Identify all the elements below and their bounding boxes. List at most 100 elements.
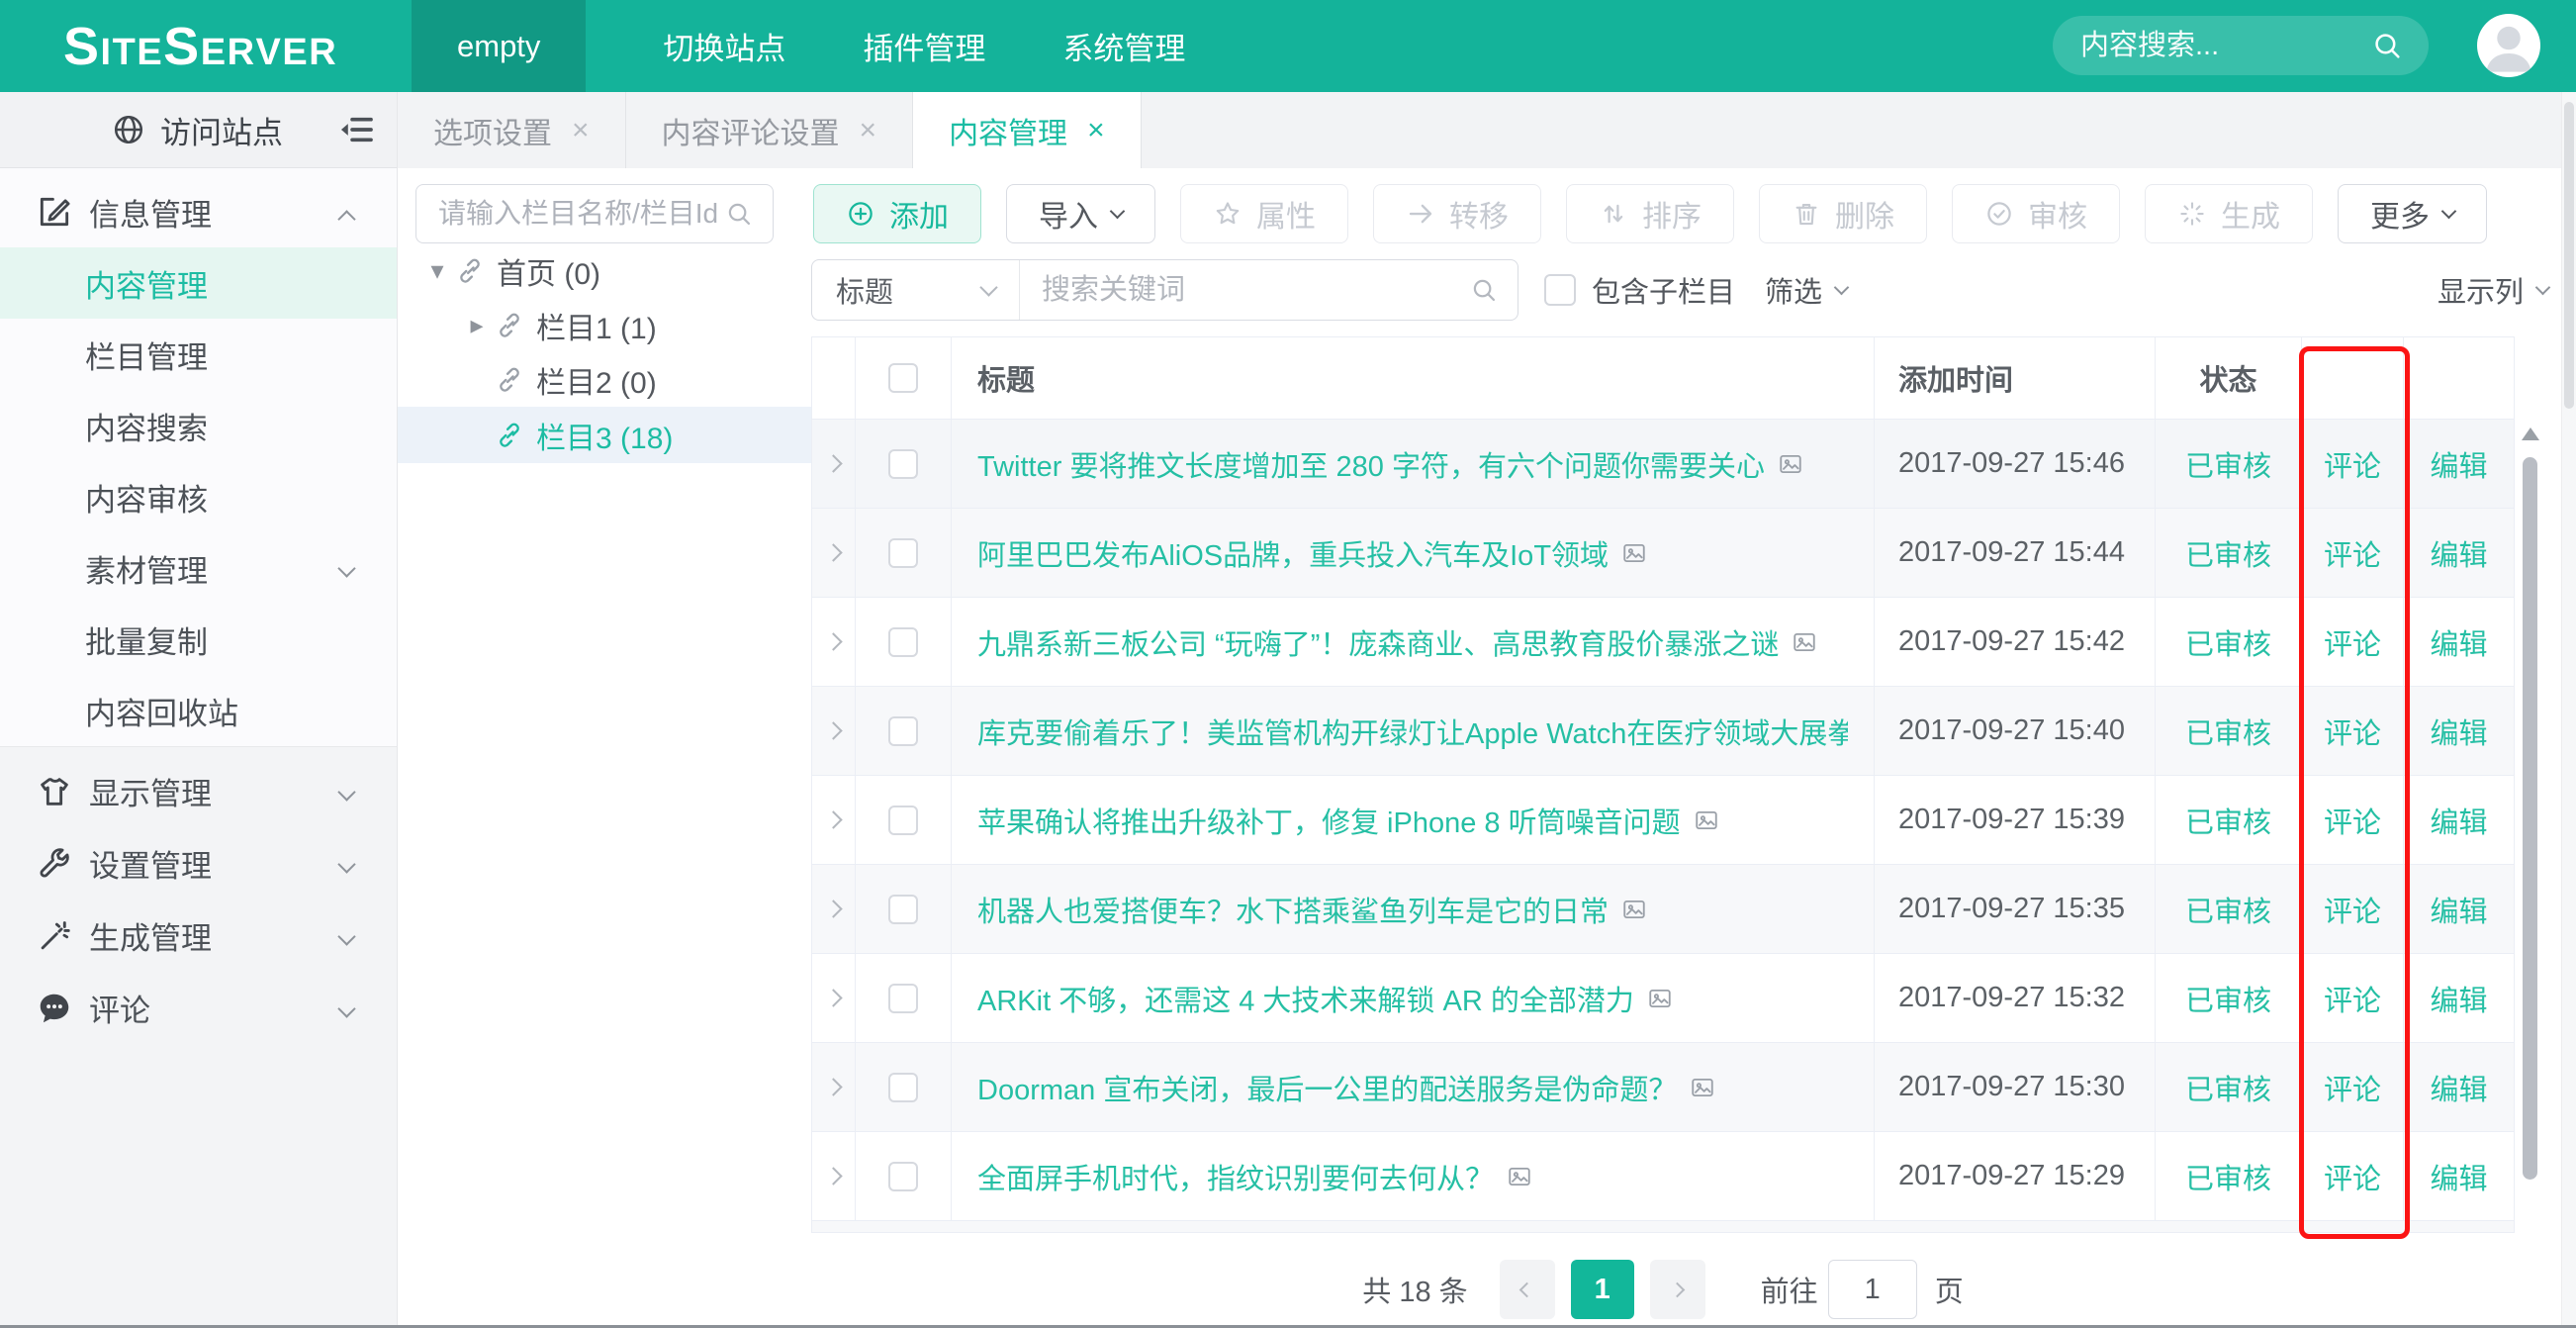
row-expand-icon[interactable] [824,632,842,650]
comment-link[interactable]: 评论 [2324,711,2381,752]
current-page-button[interactable]: 1 [1571,1260,1634,1319]
tab-close-icon[interactable]: × [572,116,590,145]
more-button[interactable]: 更多 [2338,184,2487,243]
sidebar-item[interactable]: 设置管理 [0,827,397,900]
edit-link[interactable]: 编辑 [2430,443,2487,485]
comment-link[interactable]: 评论 [2324,1156,2381,1197]
sidebar-item[interactable]: 内容回收站 [0,675,397,746]
table-row[interactable]: 阿里巴巴发布AliOS品牌，重兵投入汽车及IoT领域2017-09-27 15:… [811,509,2515,598]
sidebar-item[interactable]: 素材管理 [0,532,397,604]
row-expand-icon[interactable] [824,810,842,828]
edit-link[interactable]: 编辑 [2430,800,2487,841]
comment-link[interactable]: 评论 [2324,889,2381,930]
comment-link[interactable]: 评论 [2324,621,2381,663]
content-title-link[interactable]: Doorman 宣布关闭，最后一公里的配送服务是伪命题？ [977,1067,1677,1108]
scroll-up-icon[interactable] [2522,427,2539,440]
sidebar-item[interactable]: 显示管理 [0,755,397,827]
content-title-link[interactable]: 九鼎系新三板公司 “玩嗨了”！庞森商业、高思教育股价暴涨之谜 [977,621,1779,663]
sidebar-item[interactable]: 评论 [0,972,397,1044]
sidebar-item[interactable]: 内容管理 [0,247,397,319]
delete-button[interactable]: 删除 [1759,184,1927,243]
table-row[interactable]: 库克要偷着乐了！美监管机构开绿灯让Apple Watch在医疗领域大展拳脚.20… [811,687,2515,776]
include-children-checkbox[interactable] [1544,274,1576,306]
topbar-nav-item[interactable]: 系统管理 [1062,24,1185,68]
table-row[interactable]: ARKit 不够，还需这 4 大技术来解锁 AR 的全部潜力2017-09-27… [811,954,2515,1043]
import-button[interactable]: 导入 [1006,184,1155,243]
sidebar-item[interactable]: 内容审核 [0,461,397,532]
row-expand-icon[interactable] [824,1167,842,1185]
tree-node[interactable]: 栏目3 (18) [398,407,811,463]
row-checkbox[interactable] [888,1162,918,1191]
comment-link[interactable]: 评论 [2324,800,2381,841]
edit-link[interactable]: 编辑 [2430,532,2487,574]
search-icon[interactable] [2371,30,2403,61]
sidebar-item[interactable]: 内容搜索 [0,390,397,461]
tab-option-settings[interactable]: 选项设置× [398,92,626,168]
attribute-button[interactable]: 属性 [1180,184,1348,243]
window-scrollbar-thumb[interactable] [2564,102,2574,409]
search-icon[interactable] [1470,276,1498,304]
row-checkbox[interactable] [888,627,918,657]
comment-link[interactable]: 评论 [2324,443,2381,485]
row-checkbox[interactable] [888,895,918,924]
row-expand-icon[interactable] [824,543,842,561]
tab-close-icon[interactable]: × [860,116,877,145]
goto-page-input[interactable] [1828,1260,1917,1319]
row-expand-icon[interactable] [824,900,842,917]
siteserver-logo[interactable]: SITESERVER [63,20,412,73]
tree-node[interactable]: 栏目2 (0) [398,352,811,407]
row-checkbox[interactable] [888,716,918,746]
window-scrollbar[interactable] [2561,92,2576,1328]
caret-right-icon[interactable]: ▸ [459,310,495,340]
channel-search-input[interactable] [436,197,725,231]
topbar-nav-item[interactable]: 切换站点 [663,24,785,68]
next-page-button[interactable] [1650,1260,1705,1319]
content-title-link[interactable]: 全面屏手机时代，指纹识别要何去何从？ [977,1156,1494,1197]
user-avatar[interactable] [2477,14,2540,77]
sidebar-item[interactable]: 批量复制 [0,604,397,675]
table-row[interactable]: Twitter 要将推文长度增加至 280 字符，有六个问题你需要关心2017-… [811,420,2515,509]
tree-node[interactable]: ▾首页 (0) [398,243,811,298]
display-columns-toggle[interactable]: 显示列 [2438,259,2548,321]
row-checkbox[interactable] [888,1073,918,1102]
table-row[interactable]: 全面屏手机时代，指纹识别要何去何从？2017-09-27 15:29已审核评论编… [811,1132,2515,1221]
row-checkbox[interactable] [888,984,918,1013]
caret-down-icon[interactable]: ▾ [419,255,455,286]
edit-link[interactable]: 编辑 [2430,711,2487,752]
tab-comment-settings[interactable]: 内容评论设置× [626,92,914,168]
sort-button[interactable]: 排序 [1566,184,1734,243]
filter-toggle[interactable]: 筛选 [1765,269,1847,311]
row-checkbox[interactable] [888,806,918,835]
edit-link[interactable]: 编辑 [2430,1067,2487,1108]
edit-link[interactable]: 编辑 [2430,978,2487,1019]
add-button[interactable]: 添加 [813,184,981,243]
content-title-link[interactable]: 库克要偷着乐了！美监管机构开绿灯让Apple Watch在医疗领域大展拳脚. [977,711,1848,752]
row-checkbox[interactable] [888,449,918,479]
include-children-label[interactable]: 包含子栏目 [1592,269,1735,311]
sidebar-item[interactable]: 生成管理 [0,900,397,972]
tab-close-icon[interactable]: × [1087,116,1105,145]
content-title-link[interactable]: ARKit 不够，还需这 4 大技术来解锁 AR 的全部潜力 [977,978,1634,1019]
tree-node[interactable]: ▸栏目1 (1) [398,298,811,352]
content-title-link[interactable]: 阿里巴巴发布AliOS品牌，重兵投入汽车及IoT领域 [977,532,1609,574]
edit-link[interactable]: 编辑 [2430,889,2487,930]
transfer-button[interactable]: 转移 [1373,184,1541,243]
table-row[interactable]: 九鼎系新三板公司 “玩嗨了”！庞森商业、高思教育股价暴涨之谜2017-09-27… [811,598,2515,687]
sidebar-collapse-icon[interactable] [337,111,375,148]
comment-link[interactable]: 评论 [2324,1067,2381,1108]
comment-link[interactable]: 评论 [2324,978,2381,1019]
row-expand-icon[interactable] [824,989,842,1006]
comment-link[interactable]: 评论 [2324,532,2381,574]
row-expand-icon[interactable] [824,721,842,739]
row-expand-icon[interactable] [824,454,842,472]
sidebar-item[interactable]: 信息管理 [0,176,397,247]
search-field-select[interactable]: 标题 [812,260,1020,320]
table-row[interactable]: 机器人也爱搭便车？水下搭乘鲨鱼列车是它的日常2017-09-27 15:35已审… [811,865,2515,954]
row-expand-icon[interactable] [824,1078,842,1095]
search-icon[interactable] [725,200,753,228]
prev-page-button[interactable] [1500,1260,1555,1319]
generate-button[interactable]: 生成 [2145,184,2313,243]
content-title-link[interactable]: Twitter 要将推文长度增加至 280 字符，有六个问题你需要关心 [977,443,1765,485]
scrollbar-thumb[interactable] [2523,457,2537,1180]
sidebar-item[interactable]: 栏目管理 [0,319,397,390]
